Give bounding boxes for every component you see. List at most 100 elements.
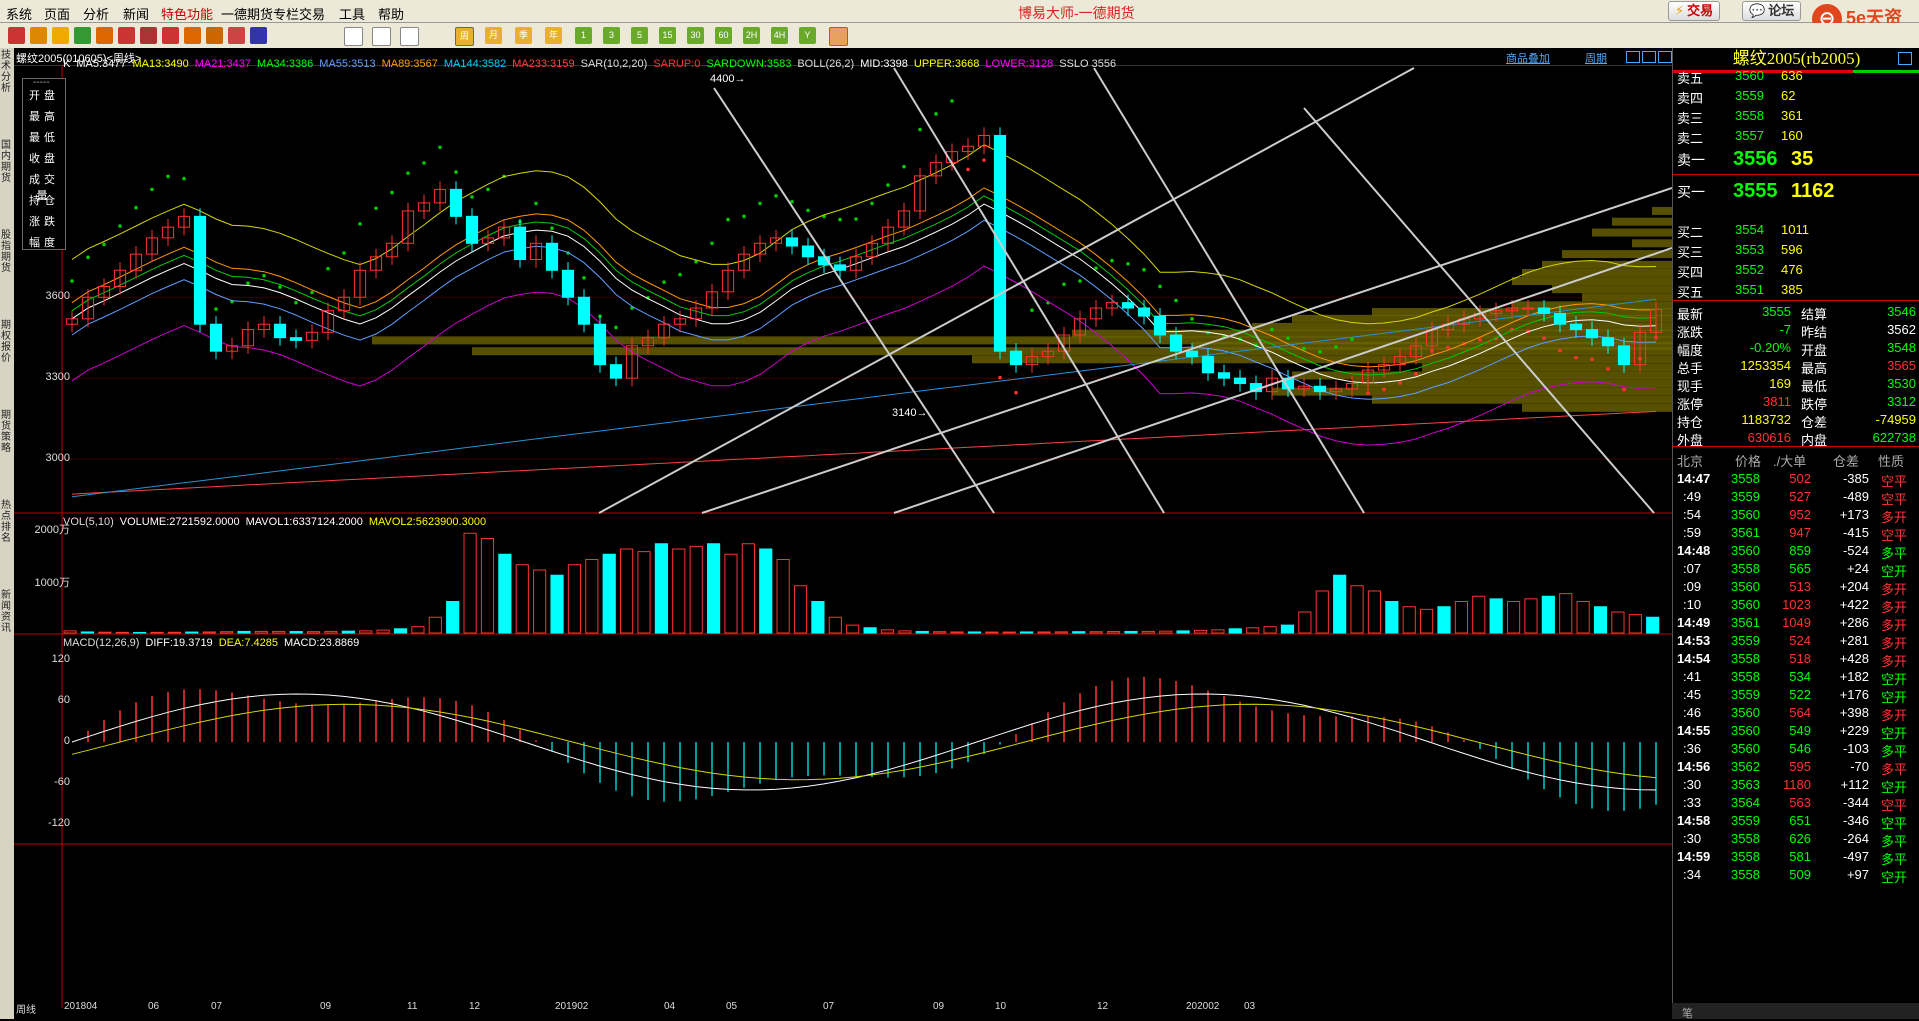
left-tab[interactable]: 国内期货 [1, 140, 13, 184]
calendar-icon[interactable] [829, 27, 848, 46]
candle-body [1153, 315, 1167, 336]
year-icon[interactable]: 年 [545, 27, 562, 44]
draw-line-icon[interactable] [162, 27, 179, 44]
legend-item: MA13:3490 [132, 58, 189, 70]
price-tick: 3600 [45, 290, 70, 303]
cursor-icon[interactable] [206, 27, 223, 44]
left-tab[interactable]: 新闻资讯 [1, 590, 13, 634]
tick-price: 3558 [1731, 561, 1760, 576]
candle-body [577, 296, 591, 325]
quarter-icon[interactable]: 季 [515, 27, 532, 44]
home-icon[interactable] [8, 27, 25, 44]
candle-body [1137, 307, 1151, 317]
trade-button[interactable]: ⚡ 交易 [1668, 1, 1721, 21]
menu-item[interactable]: 交易 [299, 4, 325, 23]
grid-icon[interactable] [344, 27, 363, 46]
left-tab[interactable]: 期货策略 [1, 410, 13, 454]
sar-dot [1110, 258, 1114, 263]
menu-item[interactable]: 分析 [83, 4, 109, 23]
macd-tick: -120 [47, 817, 70, 830]
chart-icon[interactable] [400, 27, 419, 46]
menu-item[interactable]: 页面 [44, 4, 70, 23]
menu-item[interactable]: 特色功能 [161, 4, 213, 23]
quote-row: 14:49 3561 1049 +286 多开 [1673, 613, 1919, 633]
volume-bar [1159, 630, 1173, 634]
tick-volume: 524 [1789, 633, 1811, 648]
period-button[interactable]: 15 [659, 27, 676, 44]
volume-bar [498, 553, 512, 634]
menu-item[interactable]: 帮助 [378, 4, 404, 23]
period-button[interactable]: 4H [771, 27, 788, 44]
filter-icon[interactable] [228, 27, 245, 44]
refresh-icon[interactable] [74, 27, 91, 44]
left-tab[interactable]: 技术分析 [1, 50, 13, 94]
chip-panel-label: 幅度 [29, 237, 59, 249]
tick-oi-change: +204 [1839, 579, 1869, 594]
volume-bar [1524, 598, 1538, 634]
volume-bar [706, 543, 721, 634]
period-button[interactable]: Y [799, 27, 816, 44]
panel-float-icon[interactable] [1898, 52, 1912, 65]
candle-body [833, 264, 847, 271]
sar-dot [662, 280, 666, 284]
volume-bar [724, 553, 738, 634]
menu-item[interactable]: 系统 [6, 4, 32, 23]
tick-time: :34 [1683, 867, 1702, 882]
volume-bar [933, 631, 947, 634]
volume-bar [63, 630, 77, 634]
bid-volume: 385 [1781, 282, 1803, 297]
sar-dot [1606, 367, 1610, 371]
volume-profile-bar [1552, 285, 1672, 294]
quote-row: 卖四 3559 62 [1673, 86, 1919, 106]
quote-row: :46 3560 564 +398 多开 [1673, 703, 1919, 723]
legend-item: MA89:3567 [381, 58, 438, 70]
quote-row: 14:59 3558 581 -497 多平 [1673, 847, 1919, 867]
legend-item: MAVOL1:6337124.2000 [245, 516, 363, 528]
ask-volume: 62 [1781, 88, 1796, 103]
volume-bar [1246, 627, 1260, 634]
zoom-in-icon[interactable] [118, 27, 135, 44]
x-tick: 03 [1244, 1001, 1256, 1012]
period-button[interactable]: 2H [743, 27, 760, 44]
left-tab[interactable]: 期权报价 [1, 320, 13, 364]
legend-item: SARDOWN:3583 [706, 58, 792, 70]
volume-bar [1333, 574, 1347, 634]
volume-bar [1141, 630, 1155, 634]
period-button[interactable]: 30 [687, 27, 704, 44]
menu-item[interactable]: 工具 [339, 4, 365, 23]
stat-value: 3565 [1887, 358, 1916, 373]
zoom-out-icon[interactable] [140, 27, 157, 44]
period-button[interactable]: 1 [575, 27, 592, 44]
weekly-icon[interactable]: 周 [455, 27, 474, 46]
kline-chart[interactable]: 4400→ 3140→ [14, 48, 1672, 1019]
tick-price: 3558 [1731, 849, 1760, 864]
folder-icon[interactable] [52, 27, 69, 44]
bid-volume: 1162 [1791, 180, 1835, 202]
tick-time: :54 [1683, 507, 1702, 522]
tick-oi-change: -415 [1842, 525, 1869, 540]
sar-dot [310, 290, 314, 295]
period-button[interactable]: 3 [603, 27, 620, 44]
forum-button[interactable]: 💬 论坛 [1742, 1, 1802, 21]
period-button[interactable]: 60 [715, 27, 732, 44]
volume-profile-bar [1612, 217, 1672, 226]
pen-icon[interactable] [184, 27, 201, 44]
tick-oi-change: -524 [1842, 543, 1869, 558]
signal-icon[interactable] [250, 27, 267, 44]
left-tab[interactable]: 热点排名 [1, 500, 13, 544]
x-tick: 04 [664, 1001, 676, 1012]
forum-button-label: 论坛 [1768, 3, 1795, 18]
quote-bottom-tab: 笔 [1672, 1003, 1919, 1020]
kline-icon[interactable] [372, 27, 391, 46]
left-tab[interactable]: 股指期货 [1, 230, 13, 274]
search-icon[interactable] [96, 27, 113, 44]
candle-body [561, 269, 575, 298]
menu-item[interactable]: 新闻 [123, 4, 149, 23]
menu-item[interactable]: 一德期货专栏 [221, 4, 299, 23]
notebook-icon[interactable] [30, 27, 47, 44]
tick-time: 14:49 [1677, 615, 1711, 630]
monthly-icon[interactable]: 月 [485, 27, 502, 44]
gann-line [598, 67, 1415, 514]
period-button[interactable]: 5 [631, 27, 648, 44]
candle-body [289, 337, 303, 341]
